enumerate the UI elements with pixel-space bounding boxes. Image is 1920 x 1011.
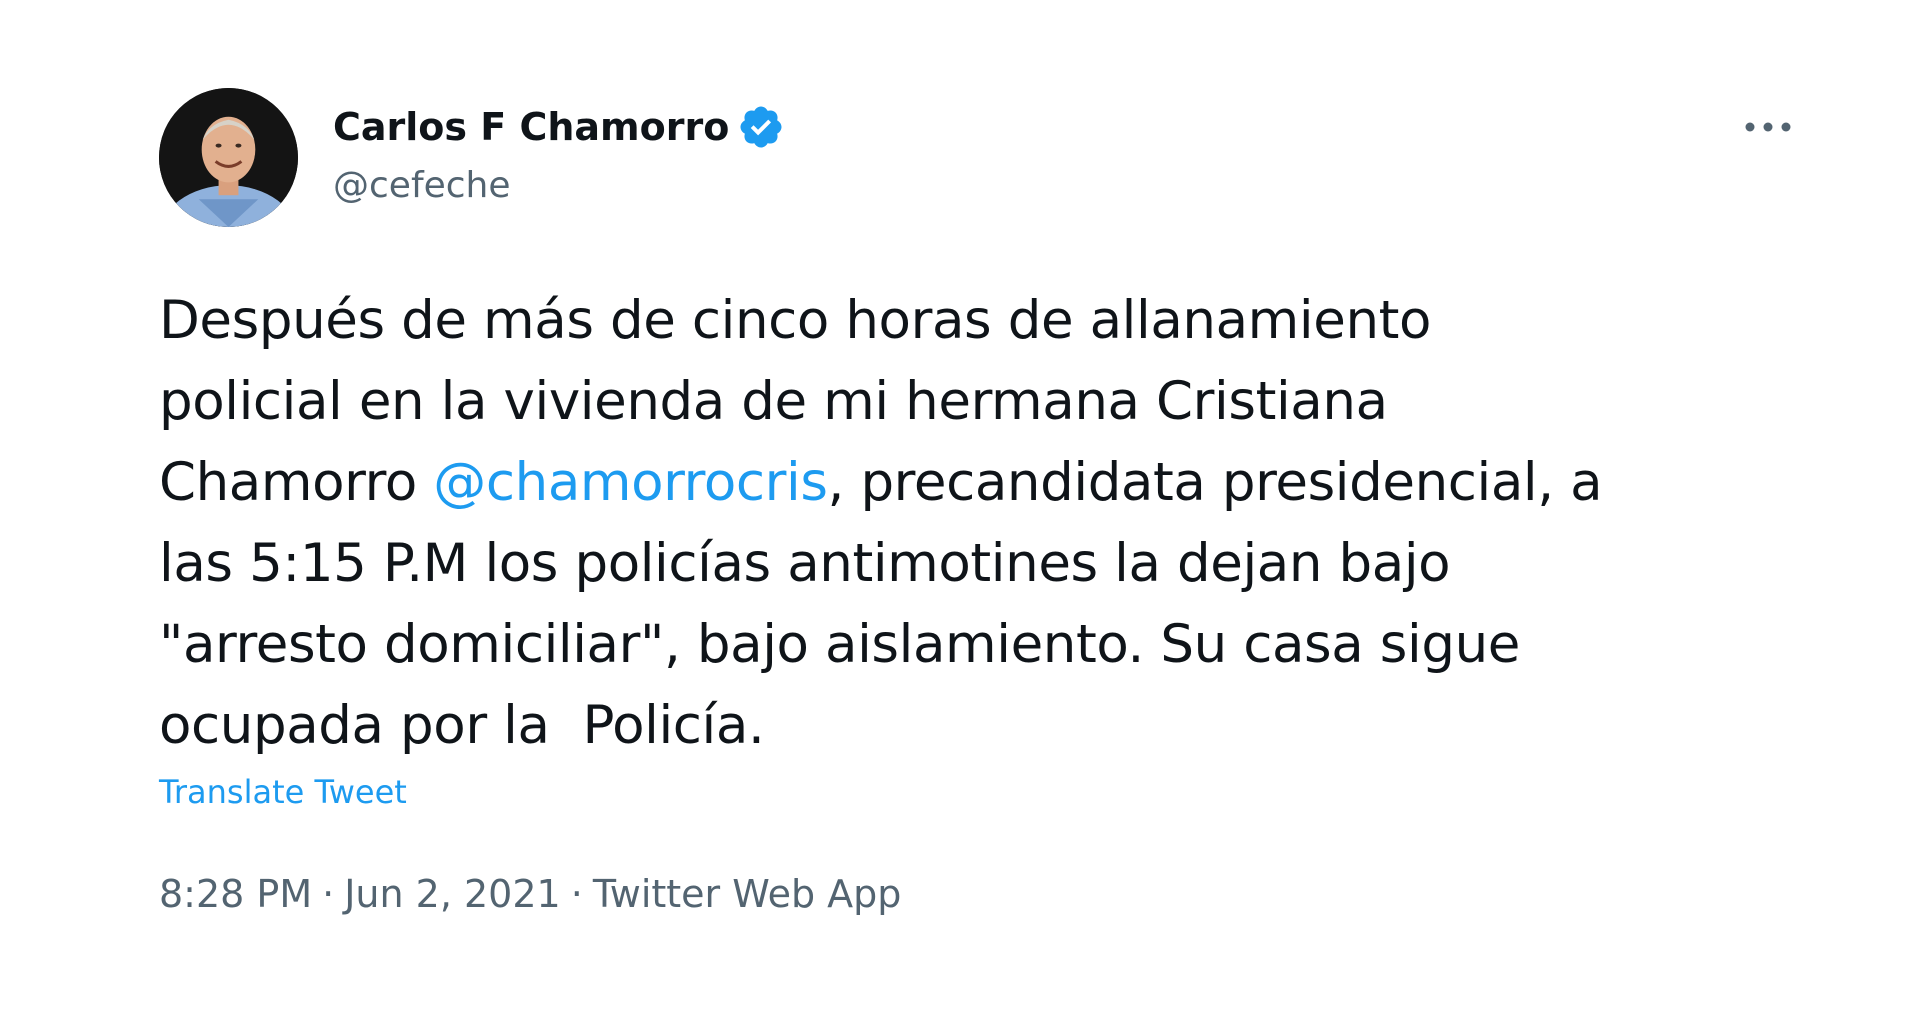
avatar-photo	[159, 88, 298, 227]
tweet-source[interactable]: Twitter Web App	[593, 872, 902, 916]
author-name[interactable]: Carlos F Chamorro	[333, 104, 729, 150]
tweet-text-line: Después de más de cinco horas de allanam…	[159, 290, 1432, 351]
tweet-time[interactable]: 8:28 PM	[159, 872, 312, 916]
more-options-button[interactable]	[1738, 105, 1798, 149]
meta-separator: ·	[570, 872, 583, 916]
tweet-text-line: , precandidata presidencial, a	[827, 452, 1603, 513]
tweet-text-line: las 5:15 P.M los policías antimotines la…	[159, 533, 1451, 594]
tweet-text-line: policial en la vivienda de mi hermana Cr…	[159, 371, 1388, 432]
tweet-text-line: "arresto domiciliar", bajo aislamiento. …	[159, 614, 1520, 675]
tweet-text-line: ocupada por la Policía.	[159, 695, 765, 756]
avatar[interactable]	[159, 88, 298, 227]
author-handle[interactable]: @cefeche	[333, 164, 511, 208]
tweet-meta: 8:28 PM · Jun 2, 2021 · Twitter Web App	[159, 870, 901, 918]
mention-link[interactable]: @chamorrocris	[433, 452, 828, 513]
tweet-card: Carlos F Chamorro @cefeche Después de má…	[0, 0, 1920, 1011]
author-name-row[interactable]: Carlos F Chamorro	[333, 103, 785, 151]
more-horizontal-icon	[1745, 122, 1791, 132]
tweet-text: Después de más de cinco horas de allanam…	[159, 280, 1799, 766]
meta-separator: ·	[322, 872, 335, 916]
verified-badge-icon	[737, 103, 785, 151]
translate-tweet-link[interactable]: Translate Tweet	[159, 772, 407, 812]
tweet-date[interactable]: Jun 2, 2021	[344, 872, 561, 916]
tweet-text-line: Chamorro	[159, 452, 434, 513]
